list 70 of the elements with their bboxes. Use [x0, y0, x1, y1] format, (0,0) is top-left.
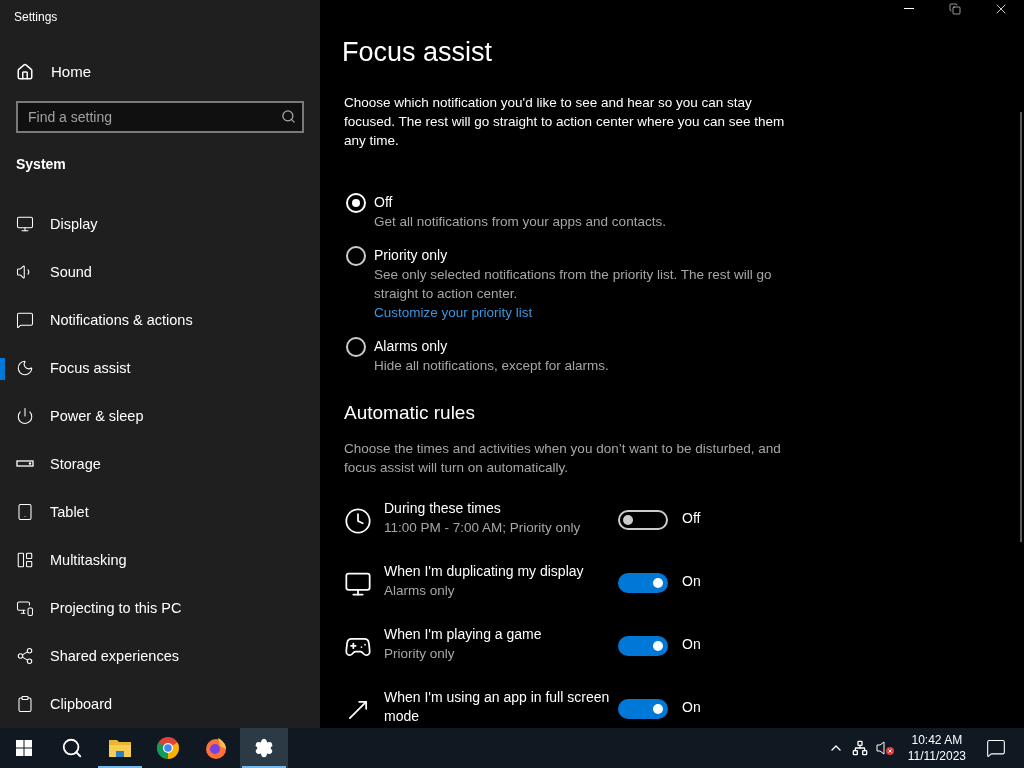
nav-item[interactable]: Projecting to this PC: [0, 584, 320, 632]
home-icon: [16, 62, 34, 81]
description-text: Choose which notification you'd like to see and hear so you can stay focused. The rest will go straight to action center where you can see them any time.: [344, 94, 786, 150]
radio-button[interactable]: [346, 246, 366, 266]
nav-item[interactable]: Sound: [0, 248, 320, 296]
nav-item[interactable]: Clipboard: [0, 680, 320, 728]
toggle-switch[interactable]: [618, 573, 668, 593]
rule-subtitle: Priority only: [384, 645, 456, 663]
monitor-icon: [16, 215, 34, 233]
toggle-state: On: [682, 636, 701, 652]
notification-icon[interactable]: [986, 738, 1006, 758]
network-icon[interactable]: [851, 740, 868, 756]
option-label: Off: [374, 193, 394, 212]
option-description: Get all notifications from your apps and contacts.: [374, 213, 666, 231]
search-field[interactable]: Find a setting: [16, 101, 304, 134]
fox-browser-icon: [204, 736, 228, 760]
clipboard-icon: [16, 695, 34, 713]
toggle-switch[interactable]: [618, 699, 668, 719]
rule-title: When I'm duplicating my display: [384, 562, 585, 581]
clock-icon: [344, 507, 372, 535]
toggle-state: Off: [682, 510, 701, 526]
rule-title: When I'm playing a game: [384, 625, 543, 644]
nav-item[interactable]: Tablet: [0, 488, 320, 536]
section-heading: System: [15, 155, 67, 175]
home-link[interactable]: Home: [0, 48, 320, 96]
moon-icon: [16, 359, 34, 377]
clock-date[interactable]: 11/11/2023: [907, 748, 966, 764]
search-icon: [281, 109, 296, 125]
rule-title: When I'm using an app in full screen mode: [384, 688, 611, 726]
toggle-switch[interactable]: [618, 510, 668, 530]
nav-item[interactable]: Power & sleep: [0, 392, 320, 440]
browser-icon: [156, 736, 180, 760]
nav-item[interactable]: Shared experiences: [0, 632, 320, 680]
page-title: Focus assist: [342, 37, 494, 68]
option-description: See only selected notifications from the priority list. The rest will go straight to action center.: [374, 266, 773, 303]
nav-item[interactable]: Notifications & actions: [0, 296, 320, 344]
window-title: Settings: [13, 9, 59, 26]
muted-speaker-icon[interactable]: [875, 740, 896, 756]
toggle-switch[interactable]: [618, 636, 668, 656]
restore-icon: [949, 2, 961, 15]
gear-icon: [254, 738, 274, 758]
projector-icon: [16, 599, 34, 617]
toggle-state: On: [682, 573, 701, 589]
rule-subtitle: 11:00 PM - 7:00 AM; Priority only: [384, 519, 582, 537]
monitor-icon: [344, 570, 372, 598]
rule-subtitle: Alarms only: [384, 582, 456, 600]
search-icon: [61, 737, 83, 759]
message-icon: [16, 311, 34, 329]
windows-logo-icon: [16, 740, 32, 756]
clock-time[interactable]: 10:42 AM: [911, 732, 963, 748]
rule-title: During these times: [384, 499, 502, 518]
rules-description: Choose the times and activities when you don’t want to be disturbed, and focus assist will turn on automatically.: [344, 440, 782, 477]
folder-icon: [108, 738, 132, 758]
tablet-icon: [16, 503, 34, 521]
toggle-state: On: [682, 699, 701, 715]
nav-item[interactable]: Storage: [0, 440, 320, 488]
taskbar-app[interactable]: [240, 728, 288, 768]
option-label: Priority only: [374, 246, 449, 265]
option-label: Alarms only: [374, 337, 449, 356]
section-heading: Automatic rules: [344, 402, 476, 424]
nav-item[interactable]: Multitasking: [0, 536, 320, 584]
power-icon: [16, 407, 34, 425]
nav-item[interactable]: Display: [0, 200, 320, 248]
nav-item[interactable]: Focus assist: [0, 344, 320, 392]
priority-list-link[interactable]: Customize your priority list: [374, 303, 794, 322]
minimize-icon: [904, 8, 914, 9]
radio-button[interactable]: [346, 337, 366, 357]
option-description: Hide all notifications, except for alarms.: [374, 357, 609, 375]
multitask-icon: [16, 551, 34, 569]
share-icon: [16, 647, 34, 665]
